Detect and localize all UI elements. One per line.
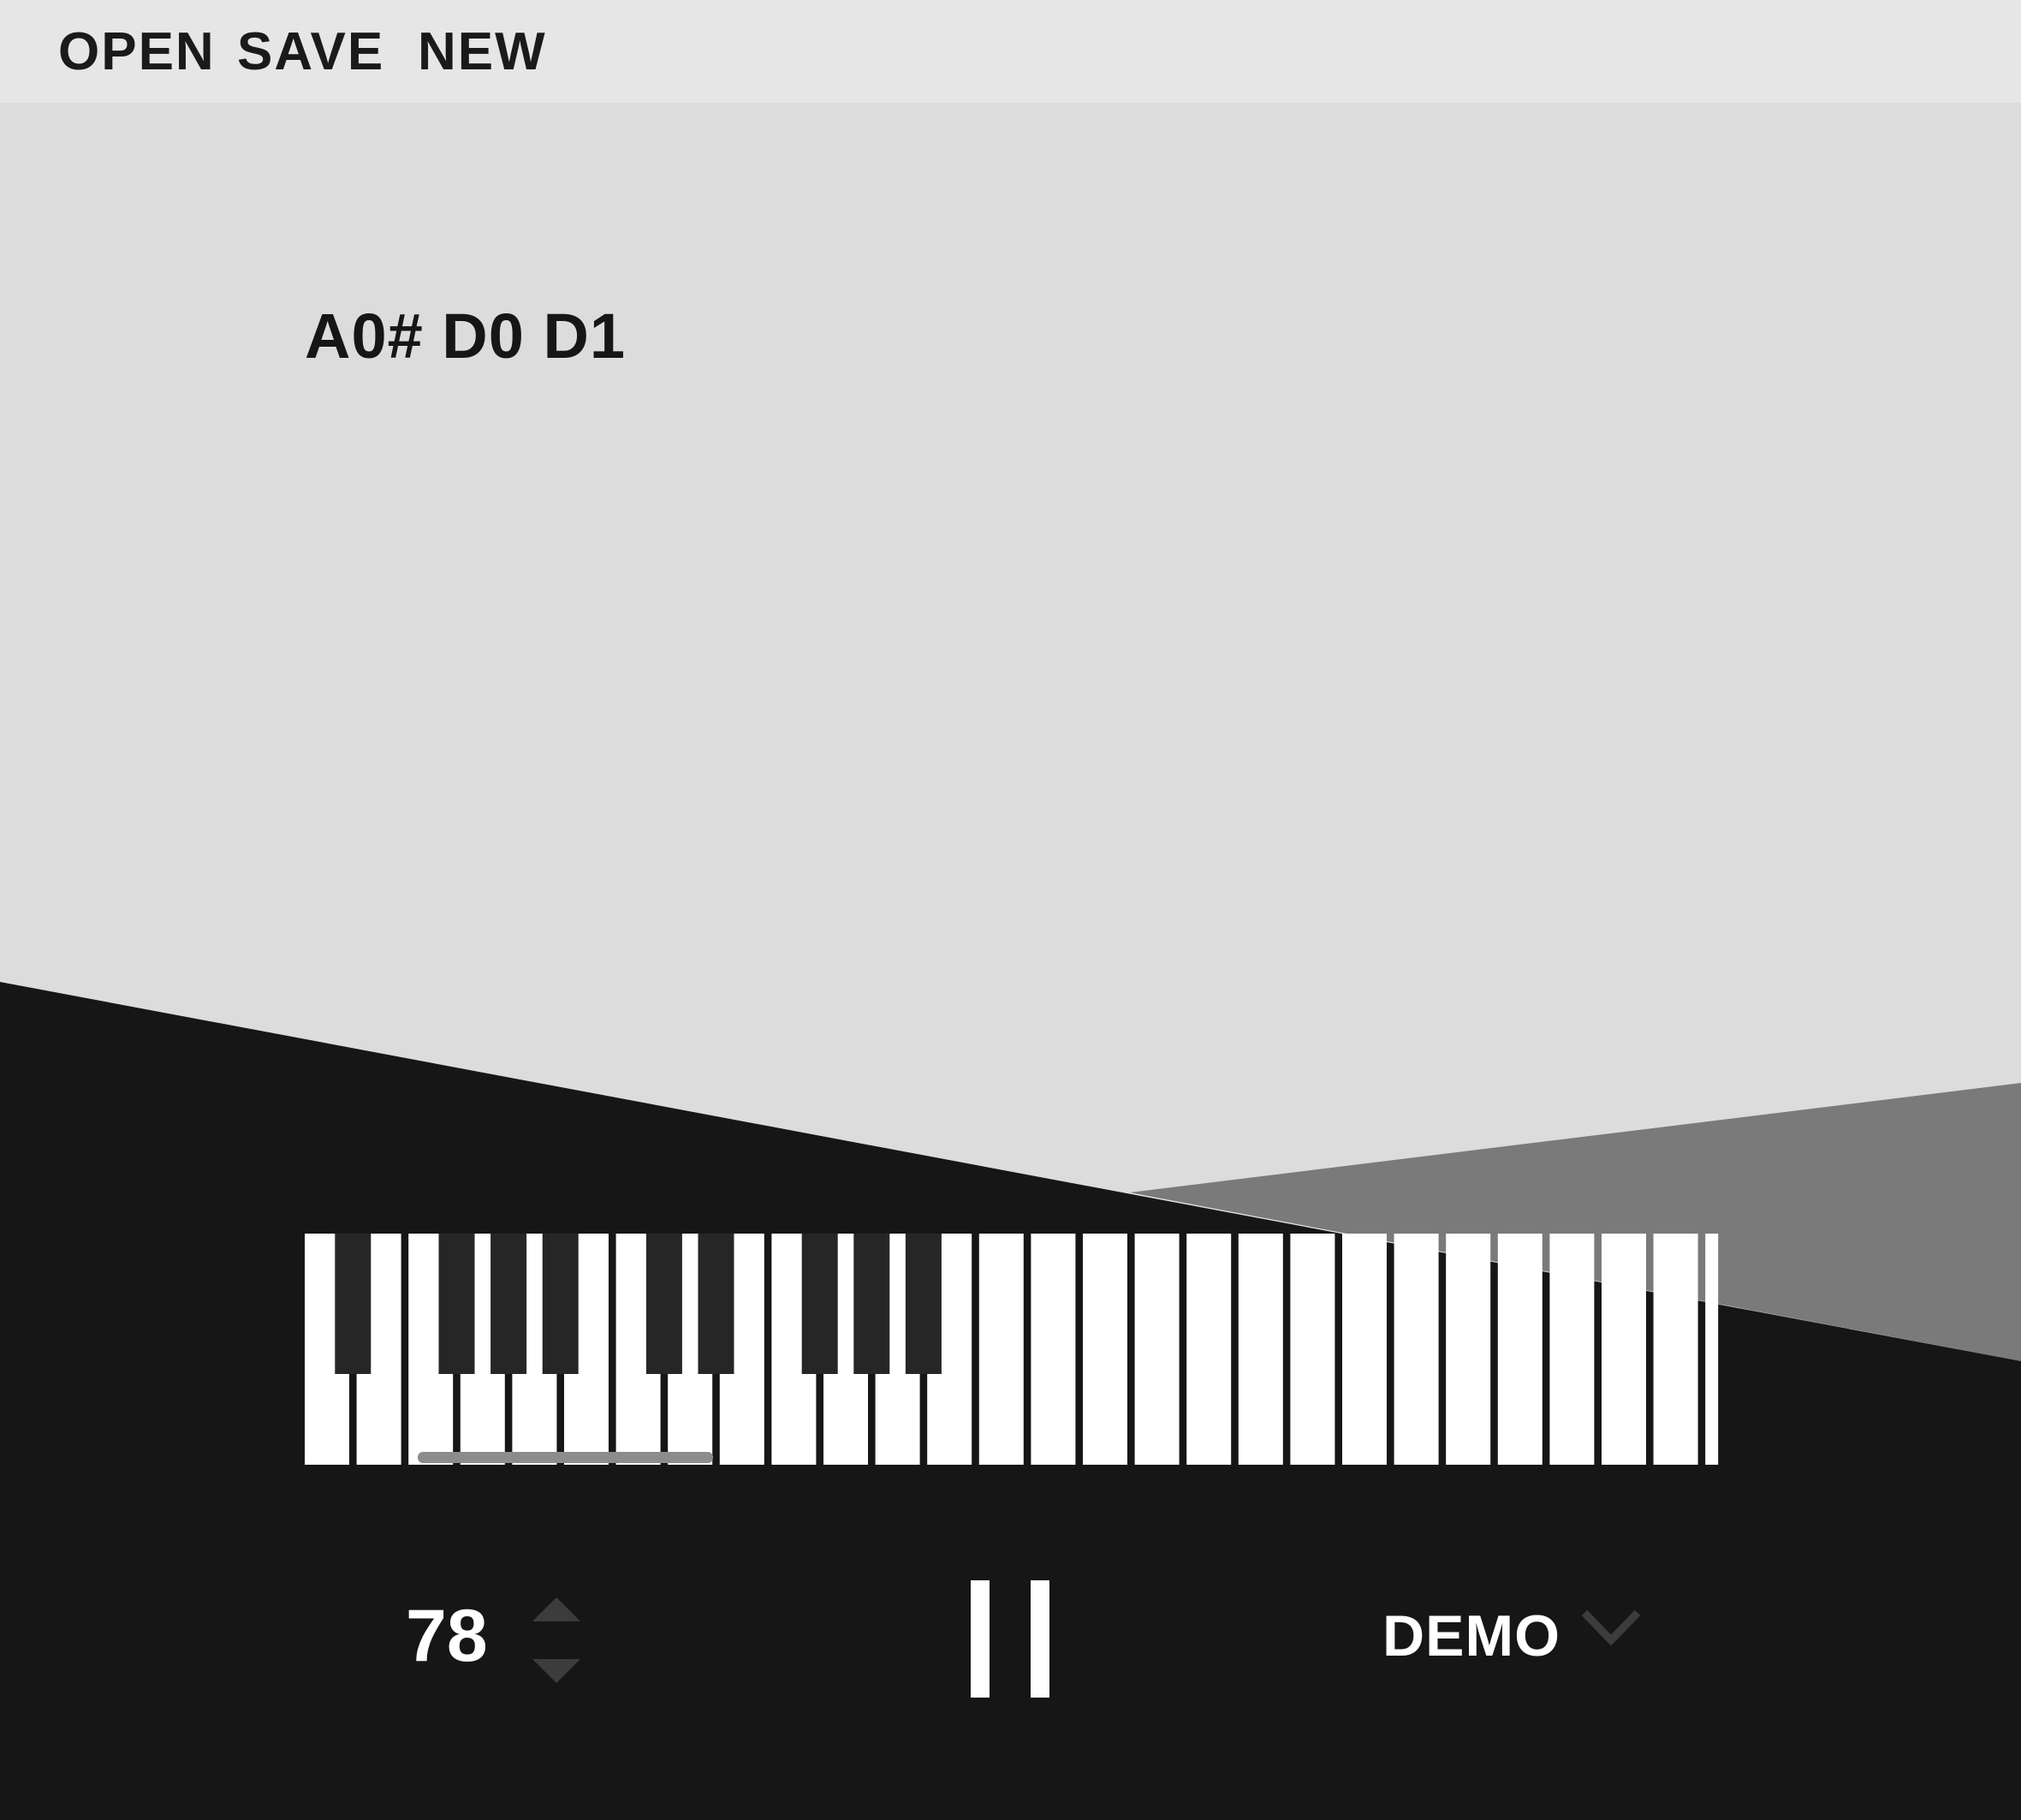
tempo-up-icon[interactable] (531, 1597, 582, 1623)
chevron-down-icon (1581, 1609, 1641, 1645)
white-key[interactable] (1653, 1234, 1698, 1465)
tempo-value: 78 (406, 1595, 488, 1677)
pause-button[interactable] (967, 1580, 1053, 1700)
menu-bar: OPEN SAVE NEW (0, 0, 2021, 103)
black-key[interactable] (335, 1234, 372, 1374)
tempo-down-icon[interactable] (531, 1657, 582, 1683)
black-key[interactable] (542, 1234, 579, 1374)
black-key[interactable] (905, 1234, 942, 1374)
save-button[interactable]: SAVE (237, 22, 384, 82)
held-notes-indicator (418, 1452, 713, 1463)
white-key[interactable] (1497, 1234, 1542, 1465)
white-key[interactable] (1186, 1234, 1232, 1465)
song-select[interactable]: DEMO (1382, 1603, 1641, 1671)
black-key[interactable] (490, 1234, 527, 1374)
open-button[interactable]: OPEN (58, 22, 216, 82)
black-key[interactable] (853, 1234, 890, 1374)
white-key[interactable] (1602, 1234, 1646, 1465)
black-key[interactable] (645, 1234, 682, 1374)
piano-keyboard[interactable] (0, 0, 2021, 1820)
black-key[interactable] (698, 1234, 734, 1374)
pause-icon-bar-right (1031, 1580, 1049, 1698)
white-key[interactable] (1083, 1234, 1127, 1465)
white-key-partial[interactable] (1705, 1234, 1719, 1465)
white-key[interactable] (1342, 1234, 1387, 1465)
new-button[interactable]: NEW (418, 22, 547, 82)
black-key[interactable] (801, 1234, 838, 1374)
pause-icon-bar-left (971, 1580, 990, 1698)
white-key[interactable] (1549, 1234, 1595, 1465)
white-key[interactable] (978, 1234, 1024, 1465)
white-key[interactable] (1290, 1234, 1335, 1465)
song-select-label: DEMO (1382, 1603, 1560, 1668)
black-key[interactable] (438, 1234, 475, 1374)
white-key[interactable] (1031, 1234, 1076, 1465)
white-key[interactable] (1394, 1234, 1439, 1465)
white-key[interactable] (1446, 1234, 1491, 1465)
white-key[interactable] (1238, 1234, 1283, 1465)
white-key[interactable] (1134, 1234, 1180, 1465)
